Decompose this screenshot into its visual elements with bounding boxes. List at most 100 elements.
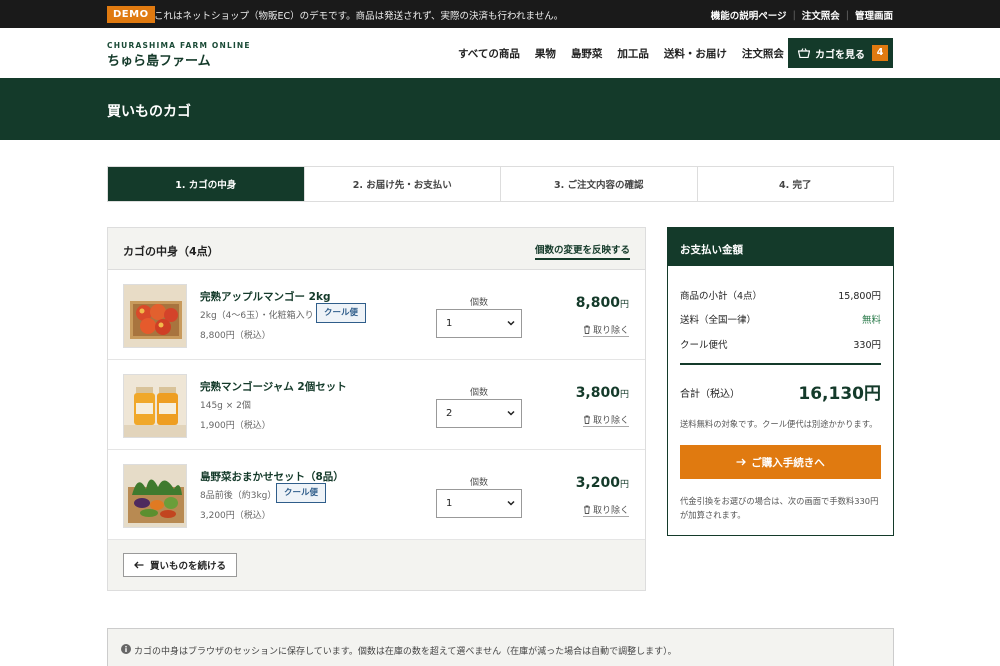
- remove-item-button[interactable]: 取り除く: [582, 413, 629, 427]
- chevron-down-icon: [507, 410, 515, 416]
- top-link-features[interactable]: 機能の説明ページ: [711, 8, 787, 22]
- cart-item: 島野菜おまかせセット（8品） 8品前後（約3kg） クール便 3,200円（税込…: [108, 450, 645, 540]
- shipping-value: 無料: [861, 315, 881, 326]
- step-confirm: 3. ご注文内容の確認: [501, 167, 698, 201]
- unit-price: 1,900円（税込）: [200, 421, 271, 431]
- quantity-label: 個数: [470, 478, 489, 488]
- quantity-label: 個数: [470, 388, 489, 398]
- trash-icon: [583, 415, 590, 424]
- divider: |: [845, 9, 849, 21]
- view-cart-label: カゴを見る: [815, 49, 865, 61]
- product-spec: 8品前後（約3kg）: [200, 491, 277, 501]
- quantity-value: 1: [446, 318, 453, 329]
- checkout-steps: 1. カゴの中身 2. お届け先・お支払い 3. ご注文内容の確認 4. 完了: [107, 166, 894, 202]
- nav-item-processed[interactable]: 加工品: [617, 46, 649, 61]
- divider: |: [792, 9, 796, 21]
- info-text: カゴの中身はブラウザのセッションに保存しています。個数は在庫の数を超えて選べませ…: [134, 647, 677, 657]
- shipping-row: 送料（全国一律） 無料: [680, 312, 881, 326]
- basket-icon: [798, 48, 810, 58]
- summary-title: お支払い金額: [668, 228, 893, 266]
- chevron-down-icon: [507, 320, 515, 326]
- yen-suffix: 円: [619, 300, 629, 310]
- nav-item-order-inquiry[interactable]: 注文照会: [742, 46, 784, 61]
- quantity-select[interactable]: 1: [436, 489, 522, 518]
- cool-delivery-badge: クール便: [316, 303, 367, 323]
- quantity-select[interactable]: 1: [436, 309, 522, 338]
- top-link-order-inquiry[interactable]: 注文照会: [802, 8, 840, 22]
- product-name[interactable]: 完熟アップルマンゴー 2kg: [200, 289, 330, 304]
- remove-label: 取り除く: [592, 506, 629, 516]
- chevron-down-icon: [507, 500, 515, 506]
- arrow-left-icon: [134, 561, 144, 569]
- unit-price: 8,800円（税込）: [200, 331, 271, 341]
- view-cart-button[interactable]: カゴを見る 4: [788, 38, 893, 68]
- brand-logo[interactable]: ちゅら島ファーム: [107, 50, 211, 69]
- line-total-value: 3,800: [575, 385, 620, 401]
- nav-item-shipping[interactable]: 送料・お届け: [664, 46, 727, 61]
- nav-item-island-vegetables[interactable]: 島野菜: [571, 46, 603, 61]
- cod-note: 代金引換をお選びの場合は、次の画面で手数料330円が加算されます。: [680, 496, 879, 520]
- remove-label: 取り除く: [592, 326, 629, 336]
- continue-shopping-label: 買いものを続ける: [150, 561, 227, 572]
- product-name[interactable]: 島野菜おまかせセット（8品）: [200, 469, 344, 484]
- trash-icon: [583, 325, 590, 334]
- product-image-mango[interactable]: [123, 284, 187, 348]
- continue-shopping-button[interactable]: 買いものを続ける: [123, 553, 238, 577]
- quantity-value: 1: [446, 498, 453, 509]
- nav-item-all-products[interactable]: すべての商品: [458, 46, 520, 61]
- cool-fee-value: 330円: [853, 340, 881, 351]
- remove-item-button[interactable]: 取り除く: [582, 323, 629, 337]
- nav-item-fruits[interactable]: 果物: [535, 46, 556, 61]
- total-value: 16,130円: [798, 384, 881, 404]
- line-total: 3,200円: [576, 475, 629, 491]
- product-image-mango-jam[interactable]: [123, 374, 187, 438]
- info-notice: カゴの中身はブラウザのセッションに保存しています。個数は在庫の数を超えて選べませ…: [107, 628, 894, 666]
- line-total: 3,800円: [576, 385, 629, 401]
- cart-footer: 買いものを続ける: [108, 540, 645, 590]
- total-label: 合計（税込）: [680, 389, 740, 400]
- product-image-vegetable-set[interactable]: [123, 464, 187, 528]
- shipping-label: 送料（全国一律）: [680, 315, 757, 326]
- shipping-note: 送料無料の対象です。クール便代は別途かかります。: [680, 419, 878, 429]
- unit-price: 3,200円（税込）: [200, 511, 271, 521]
- cart-count-badge: 4: [872, 45, 888, 61]
- line-total-value: 3,200: [575, 475, 620, 491]
- cool-delivery-badge: クール便: [276, 483, 327, 503]
- step-cart-contents: 1. カゴの中身: [108, 167, 305, 201]
- cart-title: カゴの中身（4点）: [123, 245, 219, 258]
- update-quantities-link[interactable]: 個数の変更を反映する: [534, 242, 630, 260]
- site-header: CHURASHIMA FARM ONLINE ちゅら島ファーム すべての商品 果…: [0, 28, 1000, 78]
- page-hero: 買いものカゴ: [0, 78, 1000, 140]
- brand-subtitle[interactable]: CHURASHIMA FARM ONLINE: [107, 41, 251, 50]
- main-nav: すべての商品 果物 島野菜 加工品 送料・お届け 注文照会: [458, 46, 799, 61]
- cart-item: 完熟マンゴージャム 2個セット 145g × 2個 1,900円（税込） 個数 …: [108, 360, 645, 450]
- cool-fee-label: クール便代: [680, 340, 728, 351]
- top-link-admin[interactable]: 管理画面: [855, 8, 893, 22]
- remove-label: 取り除く: [592, 416, 629, 426]
- subtotal-label: 商品の小計（4点）: [680, 291, 763, 302]
- arrow-right-icon: [736, 458, 747, 466]
- demo-badge: DEMO: [107, 6, 155, 23]
- step-delivery-payment: 2. お届け先・お支払い: [304, 167, 501, 201]
- yen-suffix: 円: [619, 480, 629, 490]
- cart-header: カゴの中身（4点） 個数の変更を反映する: [108, 228, 645, 270]
- info-icon: [121, 644, 131, 654]
- checkout-button[interactable]: ご購入手続きへ: [680, 445, 881, 479]
- divider: [680, 363, 881, 365]
- trash-icon: [583, 505, 590, 514]
- cool-fee-row: クール便代 330円: [680, 337, 881, 351]
- quantity-select[interactable]: 2: [436, 399, 522, 428]
- subtotal-value: 15,800円: [838, 291, 881, 302]
- yen-suffix: 円: [619, 390, 629, 400]
- product-spec: 145g × 2個: [200, 401, 251, 411]
- payment-summary: お支払い金額 商品の小計（4点） 15,800円 送料（全国一律） 無料 クール…: [667, 227, 894, 536]
- product-spec: 2kg（4〜6玉）・化粧箱入り: [200, 311, 314, 321]
- subtotal-row: 商品の小計（4点） 15,800円: [680, 288, 881, 302]
- line-total-value: 8,800: [575, 295, 620, 311]
- step-complete: 4. 完了: [697, 167, 893, 201]
- top-links: 機能の説明ページ | 注文照会 | 管理画面: [711, 8, 893, 23]
- remove-item-button[interactable]: 取り除く: [582, 503, 629, 517]
- checkout-label: ご購入手続きへ: [751, 456, 825, 469]
- quantity-value: 2: [446, 408, 453, 419]
- product-name[interactable]: 完熟マンゴージャム 2個セット: [200, 379, 347, 394]
